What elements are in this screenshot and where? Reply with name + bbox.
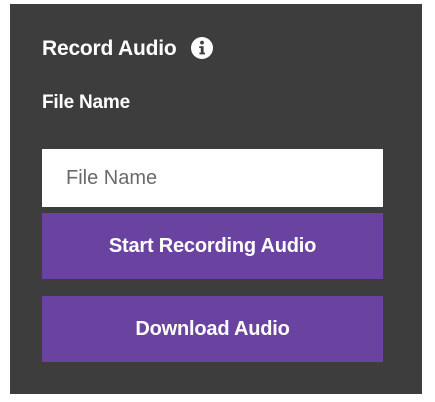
start-recording-audio-label: Start Recording Audio bbox=[108, 234, 317, 257]
panel-title: Record Audio bbox=[42, 37, 177, 60]
download-audio-button[interactable]: Download Audio bbox=[42, 296, 383, 362]
start-recording-audio-button[interactable]: Start Recording Audio bbox=[42, 213, 383, 279]
record-audio-panel: Record Audio File Name Start Recording A… bbox=[10, 4, 422, 394]
download-audio-label: Download Audio bbox=[135, 317, 290, 340]
info-circle-icon[interactable] bbox=[190, 37, 213, 59]
file-name-input[interactable] bbox=[42, 149, 383, 207]
panel-header: Record Audio bbox=[42, 34, 213, 64]
file-name-label: File Name bbox=[42, 92, 130, 113]
